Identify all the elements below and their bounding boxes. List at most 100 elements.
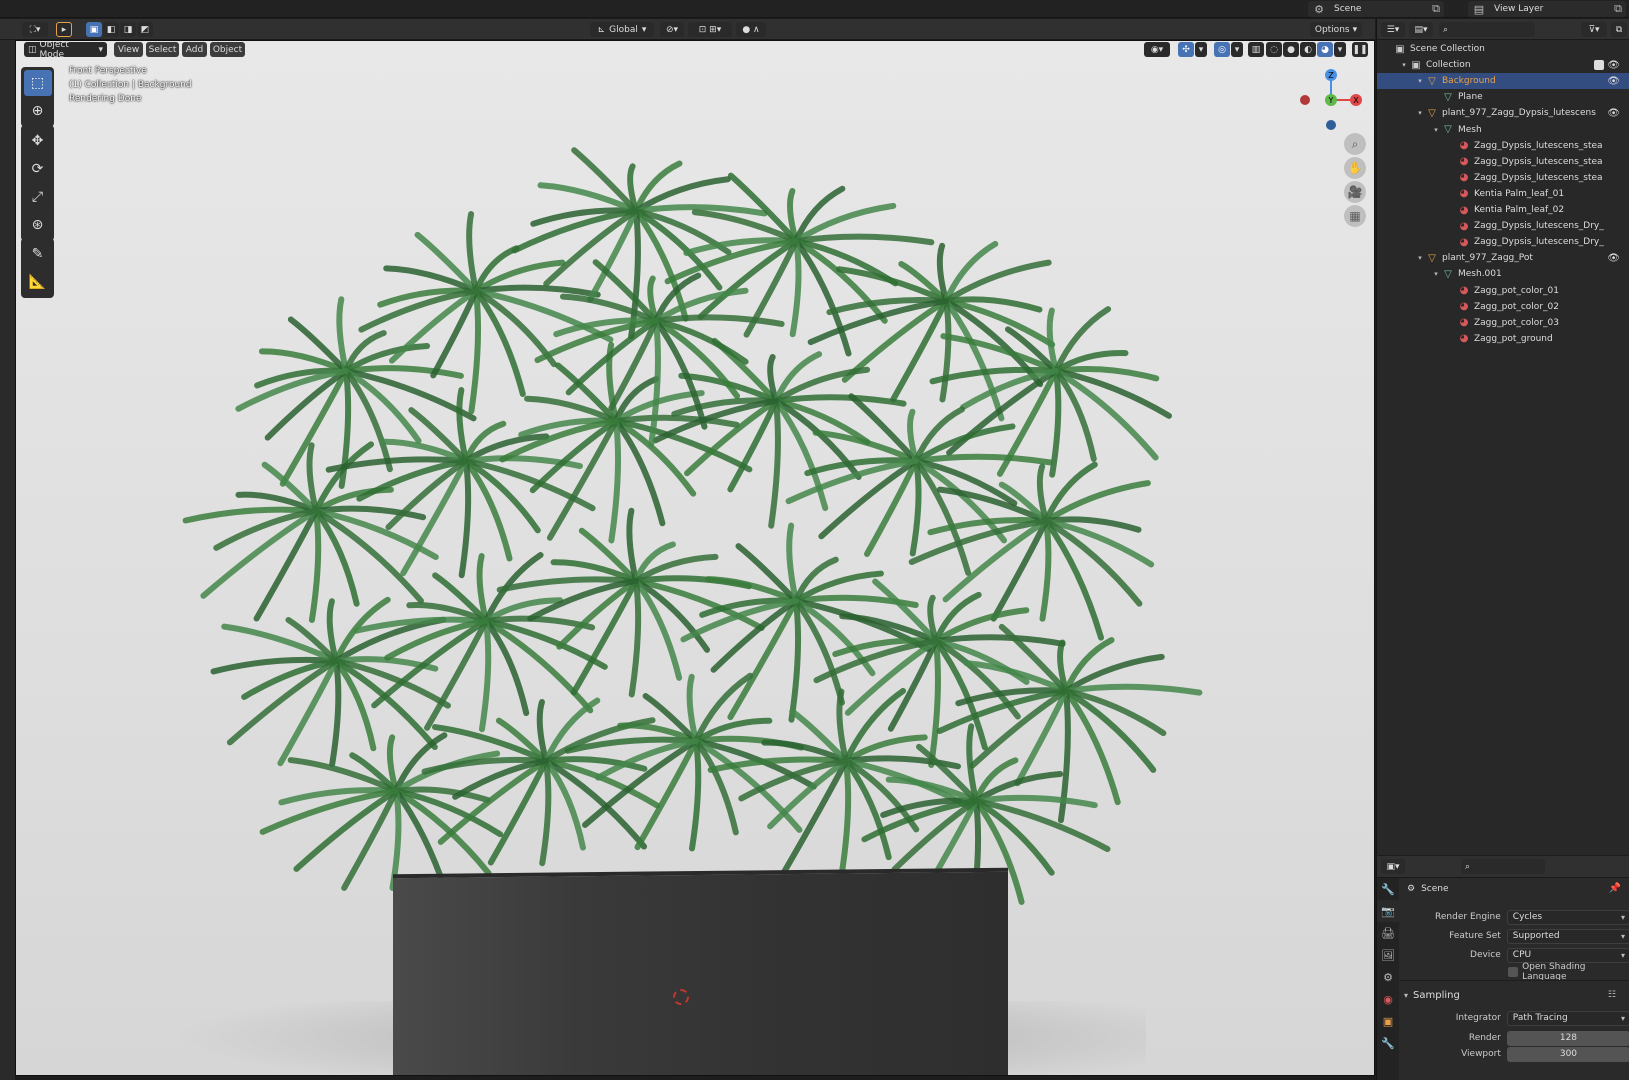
gizmo-dropdown[interactable]: ▾	[1195, 42, 1207, 57]
outliner-row[interactable]: ▣ Scene Collection	[1377, 41, 1629, 57]
disclosure-triangle-icon[interactable]: ▾	[1415, 109, 1425, 117]
outliner-row[interactable]: ◕ Zagg_pot_color_01	[1377, 283, 1629, 299]
view-menu[interactable]: View	[114, 42, 143, 57]
view-layer-tab-icon[interactable]: 🖼	[1377, 944, 1399, 966]
select-tool-indicator[interactable]: ▸	[56, 22, 72, 37]
outliner-row[interactable]: ◕ Zagg_Dypsis_lutescens_stea	[1377, 170, 1629, 186]
eye-icon[interactable]: 👁	[1607, 76, 1620, 87]
snapping-dropdown[interactable]: ⊡ ⊞▾	[688, 22, 732, 37]
eye-icon[interactable]: 👁	[1607, 108, 1620, 119]
navigation-gizmo[interactable]: Z Y X	[1291, 63, 1371, 143]
shading-rendered-button[interactable]: ◕	[1317, 42, 1333, 57]
viewport-samples-field[interactable]: 300	[1506, 1046, 1629, 1062]
options-dropdown[interactable]: Options ▾	[1310, 22, 1362, 37]
pan-hand-icon[interactable]: ✋	[1344, 157, 1366, 179]
outliner-row[interactable]: ◕ Zagg_pot_ground	[1377, 331, 1629, 347]
zoom-icon[interactable]: ⌕	[1344, 133, 1366, 155]
scale-tool-icon[interactable]: ⤢	[24, 184, 52, 210]
rotate-tool-icon[interactable]: ⟳	[24, 156, 52, 182]
visibility-dropdown[interactable]: ◉▾	[1144, 42, 1170, 57]
select-mode-new-button[interactable]: ▣	[86, 22, 102, 37]
outliner-row[interactable]: ▽ Plane	[1377, 89, 1629, 105]
disclosure-triangle-icon[interactable]: ▾	[1415, 254, 1425, 262]
annotate-tool-icon[interactable]: ✎	[24, 241, 52, 267]
world-tab-icon[interactable]: ◉	[1377, 988, 1399, 1010]
feature-set-dropdown[interactable]: Supported ▾	[1506, 928, 1629, 944]
new-view-layer-icon[interactable]: ⧉	[1610, 2, 1626, 16]
outliner-row[interactable]: ▾ ▣ Collection 👁	[1377, 57, 1629, 73]
scene-selector[interactable]: ⚙ Scene ⧉	[1308, 1, 1444, 17]
select-mode-subtract-button[interactable]: ◨	[120, 22, 136, 37]
outliner-row[interactable]: ▾ ▽ Mesh.001	[1377, 266, 1629, 282]
outliner-row[interactable]: ◕ Zagg_Dypsis_lutescens_stea	[1377, 138, 1629, 154]
display-mode-dropdown[interactable]: ▤▾	[1409, 22, 1433, 37]
view-layer-selector[interactable]: ▤ View Layer ⧉	[1468, 1, 1626, 17]
select-mode-extend-button[interactable]: ◧	[103, 22, 119, 37]
select-box-tool-icon[interactable]: ⬚	[23, 70, 52, 96]
render-engine-dropdown[interactable]: Cycles ▾	[1506, 909, 1629, 925]
pivot-point-dropdown[interactable]: ⊘▾	[660, 22, 684, 37]
presets-list-icon[interactable]: ☷	[1608, 990, 1616, 1000]
transform-tool-icon[interactable]: ⊛	[24, 212, 52, 238]
outliner-row[interactable]: ▾ ▽ plant_977_Zagg_Dypsis_lutescens 👁	[1377, 105, 1629, 121]
properties-search-input[interactable]: ⌕	[1461, 859, 1545, 874]
properties-editor-type-button[interactable]: ▣▾	[1381, 859, 1405, 874]
3d-cursor-icon[interactable]	[673, 989, 689, 1005]
outliner-row[interactable]: ◕ Zagg_Dypsis_lutescens_Dry_	[1377, 234, 1629, 250]
outliner-row[interactable]: ▾ ▽ Background 👁	[1377, 73, 1629, 90]
filter-dropdown[interactable]: ⊽▾	[1581, 22, 1607, 37]
outliner-search-input[interactable]: ⌕	[1439, 22, 1535, 37]
3d-viewport[interactable]: ◫ Object Mode ▾ View Select Add Object ◉…	[15, 40, 1375, 1076]
gizmo-toggle[interactable]: ✣	[1178, 42, 1194, 57]
outliner-editor-type-button[interactable]: ☰▾	[1381, 22, 1405, 37]
scene-name[interactable]: Scene	[1330, 4, 1428, 14]
render-tab-icon[interactable]: 📷	[1377, 900, 1399, 922]
disclosure-triangle-icon[interactable]: ▾	[1431, 126, 1441, 134]
shading-wireframe-button[interactable]: ◌	[1266, 42, 1282, 57]
outliner-row[interactable]: ◕ Kentia Palm_leaf_01	[1377, 186, 1629, 202]
object-menu[interactable]: Object	[210, 42, 245, 57]
integrator-dropdown[interactable]: Path Tracing ▾	[1506, 1010, 1629, 1026]
shading-solid-button[interactable]: ●	[1283, 42, 1299, 57]
cursor-tool-icon[interactable]: ⊕	[24, 98, 52, 124]
view-layer-name[interactable]: View Layer	[1490, 4, 1610, 14]
modifier-tab-icon[interactable]: 🔧	[1377, 1032, 1399, 1054]
editor-type-button[interactable]: ⛶▾	[22, 22, 48, 37]
osl-checkbox[interactable]	[1508, 967, 1519, 977]
new-collection-button[interactable]: ⧉	[1611, 22, 1627, 37]
eye-icon[interactable]: 👁	[1607, 60, 1620, 71]
new-scene-icon[interactable]: ⧉	[1428, 2, 1444, 16]
outliner-row[interactable]: ◕ Zagg_Dypsis_lutescens_Dry_	[1377, 218, 1629, 234]
exclude-checkbox[interactable]	[1594, 60, 1604, 71]
grid-perspective-icon[interactable]: ▦	[1344, 205, 1366, 227]
gizmo-neg-x-axis[interactable]	[1300, 95, 1310, 105]
outliner-row[interactable]: ▾ ▽ plant_977_Zagg_Pot 👁	[1377, 250, 1629, 266]
add-menu[interactable]: Add	[182, 42, 207, 57]
select-menu[interactable]: Select	[146, 42, 179, 57]
disclosure-triangle-icon[interactable]: ▾	[1399, 61, 1409, 69]
shading-material-button[interactable]: ◐	[1300, 42, 1316, 57]
object-tab-icon[interactable]: ▣	[1377, 1010, 1399, 1032]
tool-tab-icon[interactable]: 🔧	[1377, 878, 1399, 900]
xray-toggle[interactable]: ▥	[1248, 42, 1264, 57]
gizmo-neg-z-axis[interactable]	[1326, 120, 1336, 130]
device-dropdown[interactable]: CPU ▾	[1506, 947, 1629, 963]
disclosure-triangle-icon[interactable]: ▾	[1415, 77, 1425, 85]
pin-icon[interactable]: 📌	[1609, 883, 1621, 894]
shading-dropdown[interactable]: ▾	[1334, 42, 1346, 57]
select-mode-invert-button[interactable]: ◩	[137, 22, 153, 37]
camera-icon[interactable]: 🎥	[1344, 181, 1366, 203]
scene-tab-icon[interactable]: ⚙	[1377, 966, 1399, 988]
move-tool-icon[interactable]: ✥	[24, 128, 52, 154]
transform-orientation-dropdown[interactable]: ⊾ Global ▾	[590, 22, 654, 37]
output-tab-icon[interactable]: 🖨	[1377, 922, 1399, 944]
proportional-editing-dropdown[interactable]: ● ∧	[736, 22, 766, 37]
eye-icon[interactable]: 👁	[1607, 253, 1620, 264]
mode-dropdown[interactable]: ◫ Object Mode ▾	[24, 41, 107, 60]
overlays-toggle[interactable]: ◎	[1214, 42, 1230, 57]
outliner-row[interactable]: ◕ Zagg_pot_color_02	[1377, 299, 1629, 315]
measure-tool-icon[interactable]: 📐	[24, 269, 52, 295]
render-samples-field[interactable]: 128	[1506, 1030, 1629, 1046]
outliner-row[interactable]: ▾ ▽ Mesh	[1377, 122, 1629, 138]
outliner-row[interactable]: ◕ Zagg_pot_color_03	[1377, 315, 1629, 331]
